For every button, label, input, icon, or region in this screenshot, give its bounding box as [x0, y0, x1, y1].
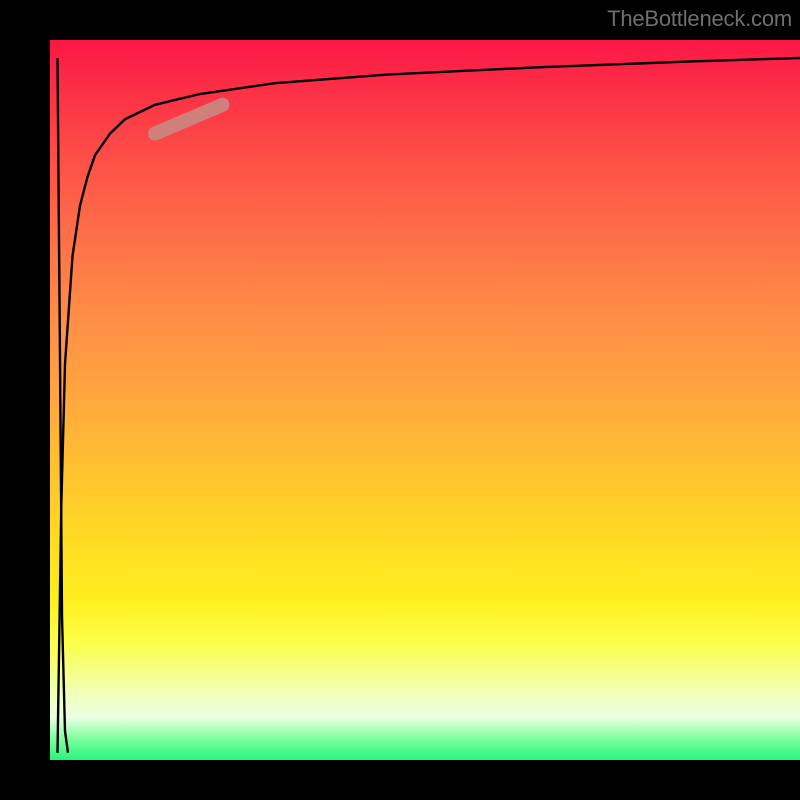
chart-stage: TheBottleneck.com [0, 0, 800, 800]
watermark-text: TheBottleneck.com [607, 6, 792, 32]
plot-gradient-background [50, 40, 800, 760]
